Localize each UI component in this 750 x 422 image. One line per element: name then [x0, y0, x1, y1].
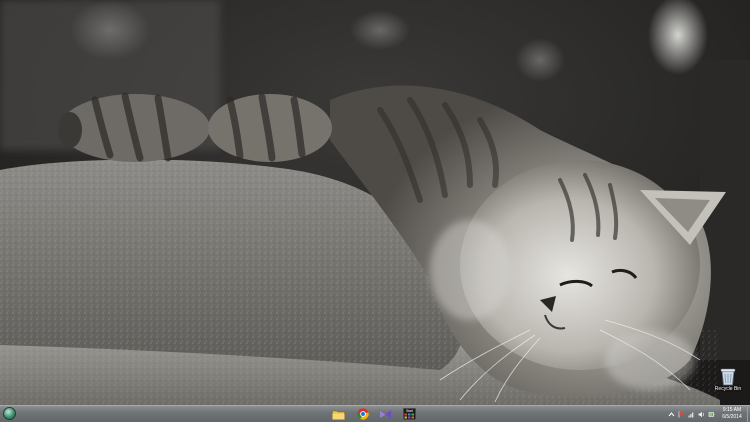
- taskbar-app-chrome[interactable]: [355, 407, 370, 421]
- taskbar-app-start-menu[interactable]: Start: [402, 407, 417, 421]
- taskbar-app-visual-studio[interactable]: [378, 407, 393, 421]
- volume-icon[interactable]: [698, 411, 705, 418]
- chrome-icon: [356, 408, 369, 420]
- visual-studio-icon: [380, 409, 391, 419]
- system-tray: [668, 406, 718, 422]
- start-orb-icon[interactable]: [3, 407, 16, 420]
- network-icon[interactable]: [688, 411, 695, 418]
- taskbar: Start 9:15 AM 6/5/2014: [0, 405, 750, 422]
- flag-icon[interactable]: [678, 411, 685, 418]
- taskbar-app-file-explorer[interactable]: [331, 407, 346, 421]
- start-menu-app-icon: Start: [403, 408, 416, 420]
- power-icon[interactable]: [708, 411, 715, 418]
- recycle-bin-icon: [720, 368, 736, 386]
- start-app-label: Start: [406, 409, 413, 413]
- clock-time: 9:15 AM: [722, 407, 742, 413]
- recycle-bin-shortcut[interactable]: Recycle Bin: [710, 366, 746, 402]
- recycle-bin-label: Recycle Bin: [714, 386, 742, 392]
- taskbar-clock[interactable]: 9:15 AM 6/5/2014: [718, 407, 746, 421]
- desktop[interactable]: Recycle Bin Start 9:15 AM 6/5/2014: [0, 0, 750, 422]
- file-explorer-icon: [332, 410, 345, 420]
- clock-date: 6/5/2014: [722, 414, 742, 420]
- show-hidden-icons[interactable]: [668, 411, 675, 418]
- wallpaper-cat-photo: [0, 0, 750, 405]
